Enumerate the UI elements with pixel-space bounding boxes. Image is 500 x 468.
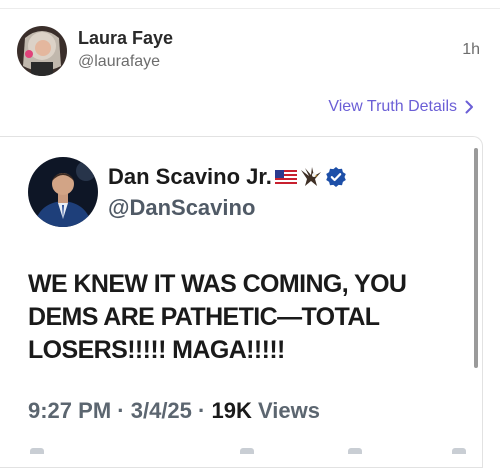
verified-badge-icon <box>326 167 346 187</box>
embedded-author-avatar[interactable] <box>28 157 98 227</box>
embedded-truth-views-count: 19K <box>211 398 252 423</box>
post-author-name[interactable]: Laura Faye <box>78 28 173 49</box>
embed-scrollbar[interactable] <box>474 148 478 368</box>
top-divider <box>0 8 500 9</box>
chevron-right-icon <box>465 100 473 114</box>
view-truth-details-link[interactable]: View Truth Details <box>328 98 474 116</box>
view-truth-details-label: View Truth Details <box>328 98 457 115</box>
eagle-icon <box>300 167 321 186</box>
retruth-icon[interactable] <box>240 448 254 454</box>
us-flag-icon <box>274 170 297 184</box>
embedded-truth-date: 3/4/25 <box>130 398 192 423</box>
embedded-truth-views-label: Views <box>257 398 320 423</box>
meta-separator: · <box>117 398 125 423</box>
embedded-author-name-text: Dan Scavino Jr. <box>108 164 272 189</box>
embedded-truth-meta: 9:27 PM · 3/4/25 · 19K Views <box>28 398 320 424</box>
embedded-truth-time: 9:27 PM <box>28 398 112 423</box>
like-icon[interactable] <box>348 448 362 454</box>
share-icon[interactable] <box>452 448 466 454</box>
embedded-author-name[interactable]: Dan Scavino Jr. <box>108 164 347 190</box>
meta-separator: · <box>198 398 206 423</box>
reply-icon[interactable] <box>30 448 44 454</box>
post-author-handle[interactable]: @laurafaye <box>78 53 160 71</box>
embedded-author-handle[interactable]: @DanScavino <box>108 195 255 221</box>
post-author-avatar[interactable] <box>17 26 67 76</box>
embedded-truth-body: WE KNEW IT WAS COMING, YOU DEMS ARE PATH… <box>28 270 407 364</box>
post-timestamp: 1h <box>462 41 480 58</box>
